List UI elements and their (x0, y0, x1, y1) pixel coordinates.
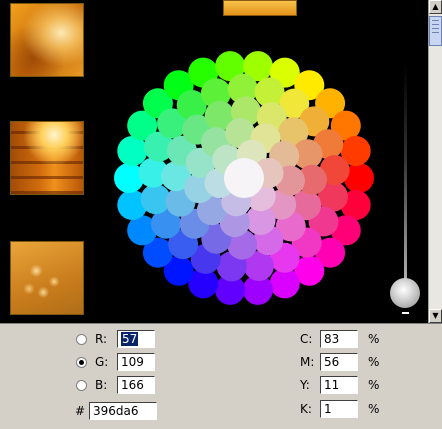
m-unit: % (368, 355, 380, 369)
r-field[interactable]: 57 (117, 330, 155, 348)
c-label: C: (300, 332, 313, 346)
arrow-up-icon: ▲ (432, 2, 439, 11)
arrow-down-icon: ▼ (432, 311, 439, 320)
y-unit: % (368, 378, 380, 392)
thumbnail-orange-flowers[interactable] (10, 241, 84, 315)
b-field[interactable]: 166 (117, 376, 155, 394)
color-swatch-bubble[interactable] (269, 268, 300, 299)
color-picker-canvas (0, 0, 428, 323)
c-field[interactable]: 83 (320, 330, 358, 348)
vertical-scrollbar[interactable]: ▲ ▼ (428, 0, 442, 323)
y-row: Y: 11 % (300, 375, 379, 395)
g-field[interactable]: 109 (117, 353, 155, 371)
hex-row: # 396da6 (75, 401, 157, 421)
scrollbar-thumb[interactable] (429, 16, 442, 46)
k-row: K: 1 % (300, 399, 379, 419)
brightness-slider-knob[interactable] (390, 278, 420, 308)
scroll-down-button[interactable]: ▼ (429, 309, 442, 323)
thumbnail-building-sunset[interactable] (10, 121, 84, 195)
r-label: R: (95, 332, 108, 346)
b-radio[interactable] (76, 379, 87, 391)
m-label: M: (300, 355, 315, 369)
c-row: C: 83 % (300, 329, 379, 349)
y-label: Y: (300, 378, 310, 392)
brightness-slider-track[interactable] (404, 66, 407, 298)
k-field[interactable]: 1 (320, 400, 358, 418)
m-field[interactable]: 56 (320, 353, 358, 371)
g-row: G: 109 (76, 352, 155, 372)
slider-marker (402, 312, 409, 314)
color-swatch-bubble[interactable] (224, 158, 264, 198)
current-color-swatch (223, 0, 297, 16)
g-label: G: (95, 355, 109, 369)
color-values-panel: R: 57 G: 109 B: 166 # 396da6 C: 83 % M: … (0, 323, 442, 429)
g-radio[interactable] (76, 356, 87, 368)
scroll-up-button[interactable]: ▲ (429, 0, 442, 14)
b-row: B: 166 (76, 375, 155, 395)
k-label: K: (300, 402, 312, 416)
r-radio[interactable] (76, 333, 87, 345)
k-unit: % (368, 402, 380, 416)
r-row: R: 57 (76, 329, 155, 349)
color-wheel[interactable] (110, 50, 390, 310)
c-unit: % (368, 332, 380, 346)
b-label: B: (95, 378, 108, 392)
thumbnail-sunset-leaf[interactable] (10, 3, 84, 77)
hex-label: # (75, 404, 86, 418)
y-field[interactable]: 11 (320, 376, 358, 394)
m-row: M: 56 % (300, 352, 379, 372)
hex-field[interactable]: 396da6 (89, 402, 157, 420)
